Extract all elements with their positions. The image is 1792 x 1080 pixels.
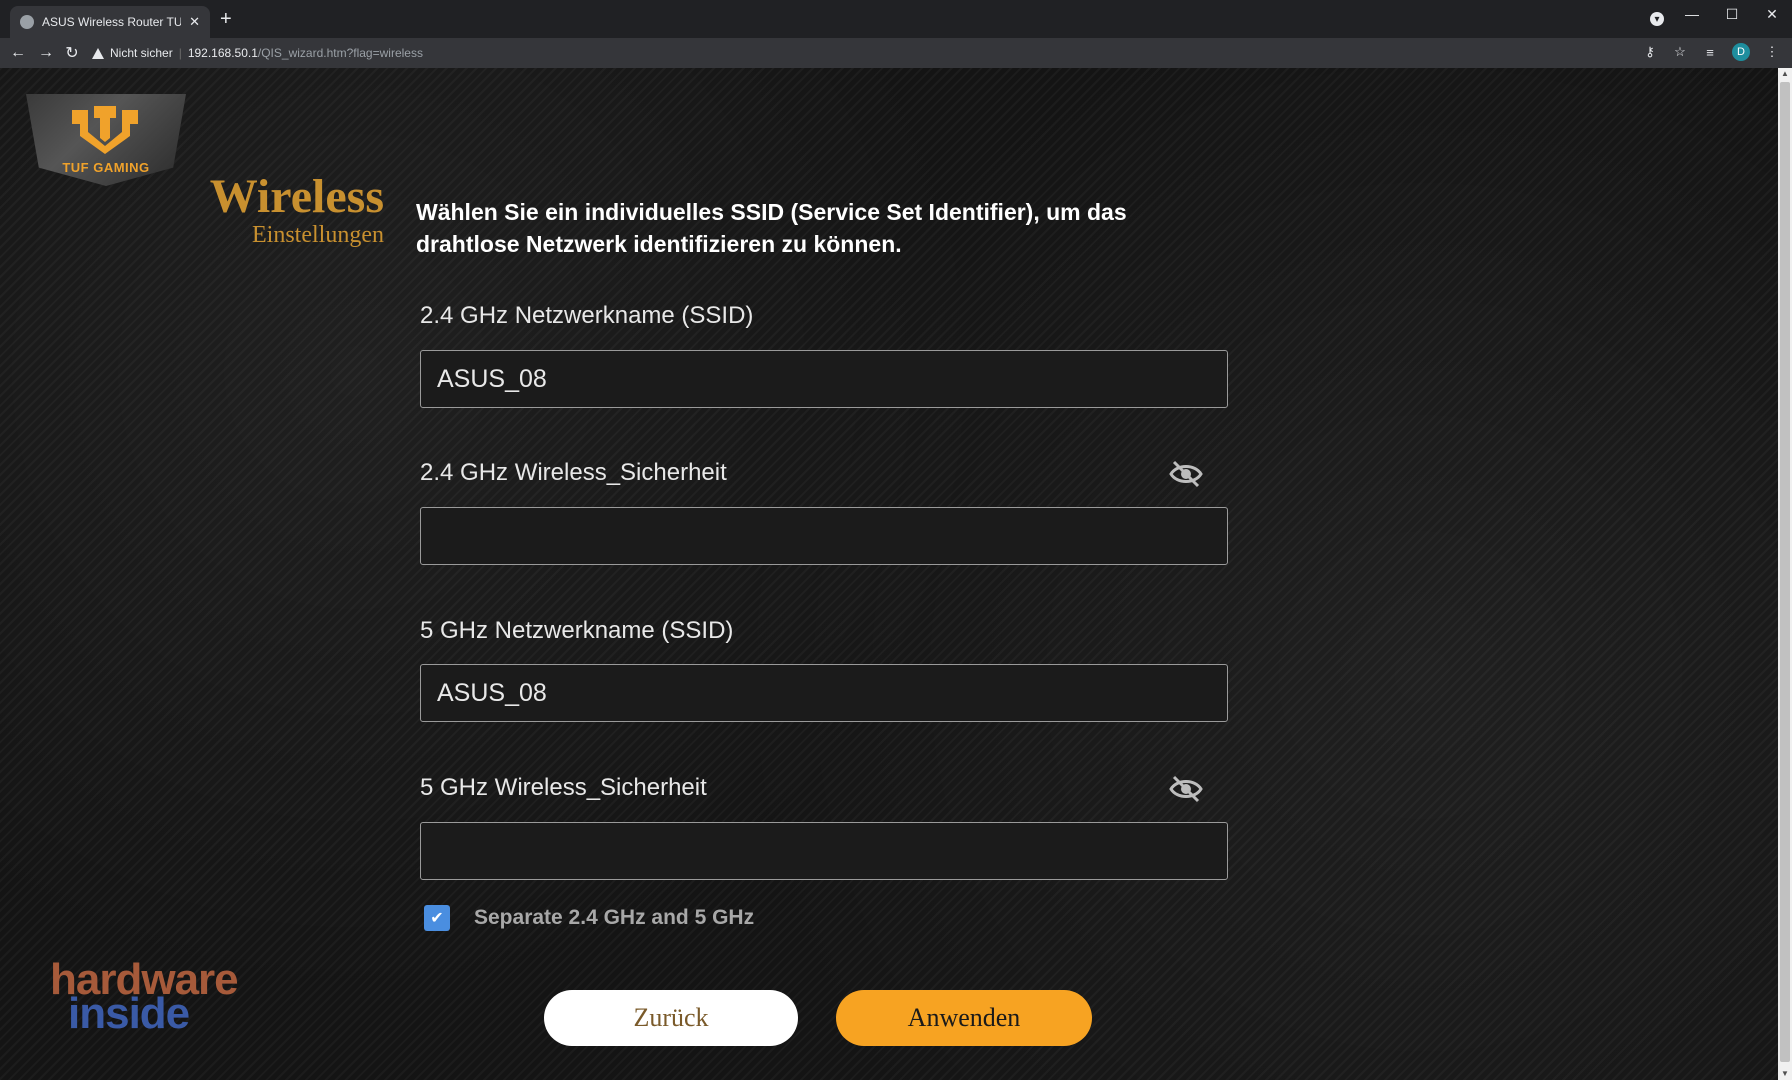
scroll-down-icon[interactable]: ▼ <box>1778 1068 1792 1080</box>
ssid-24-label: 2.4 GHz Netzwerkname (SSID) <box>420 302 754 329</box>
key-icon[interactable]: ⚷ <box>1642 44 1658 60</box>
security-24-label: 2.4 GHz Wireless_Sicherheit <box>420 459 727 486</box>
tab-close-icon[interactable]: ✕ <box>189 14 200 30</box>
tab-search-icon[interactable]: ▾ <box>1650 12 1664 26</box>
page-scrollbar[interactable]: ▲ ▼ <box>1778 68 1792 1080</box>
maximize-button[interactable]: ☐ <box>1712 0 1752 28</box>
eye-slash-icon[interactable] <box>1168 460 1204 488</box>
omnibox-separator: | <box>178 46 182 60</box>
hardware-inside-watermark: hardware inside <box>50 958 239 1036</box>
security-status: Nicht sicher <box>110 46 173 60</box>
forward-icon[interactable]: → <box>36 43 56 63</box>
tuf-emblem-icon <box>72 106 138 154</box>
close-window-button[interactable]: ✕ <box>1752 0 1792 28</box>
tuf-gaming-logo: TUF GAMING <box>26 94 186 186</box>
address-bar[interactable]: Nicht sicher | 192.168.50.1 /QIS_wizard.… <box>92 42 1622 64</box>
new-tab-button[interactable]: + <box>220 8 232 30</box>
ssid-24-input[interactable] <box>420 350 1228 408</box>
separate-bands-label: Separate 2.4 GHz and 5 GHz <box>474 906 755 929</box>
ssid-5-label: 5 GHz Netzwerkname (SSID) <box>420 617 734 644</box>
browser-tab-bar: ASUS Wireless Router TUF-AX54 ✕ + ▾ — ☐ … <box>0 0 1792 38</box>
page-description: Wählen Sie ein individuelles SSID (Servi… <box>416 199 1127 257</box>
ssid-5-input[interactable] <box>420 664 1228 722</box>
back-icon[interactable]: ← <box>8 43 28 63</box>
eye-slash-icon[interactable] <box>1168 775 1204 803</box>
warning-icon <box>92 47 104 59</box>
scroll-thumb[interactable] <box>1780 82 1790 1062</box>
page-subtitle: Einstellungen <box>252 222 384 248</box>
tab-title: ASUS Wireless Router TUF-AX54 <box>42 15 182 29</box>
security-5-input[interactable] <box>420 822 1228 880</box>
toolbar-right-icons: ⚷ ☆ ≡ D ⋮ <box>1642 43 1780 61</box>
separate-bands-checkbox[interactable]: ✔ <box>424 905 450 931</box>
browser-toolbar: ← → ↻ Nicht sicher | 192.168.50.1 /QIS_w… <box>0 38 1792 69</box>
reload-icon[interactable]: ↻ <box>62 43 82 63</box>
window-controls: — ☐ ✕ <box>1672 0 1792 28</box>
star-icon[interactable]: ☆ <box>1672 44 1688 60</box>
page-title: Wireless <box>209 170 384 223</box>
menu-icon[interactable]: ⋮ <box>1764 44 1780 60</box>
security-5-label: 5 GHz Wireless_Sicherheit <box>420 774 707 801</box>
security-24-input[interactable] <box>420 507 1228 565</box>
media-icon[interactable]: ≡ <box>1702 45 1718 60</box>
back-button[interactable]: Zurück <box>544 990 798 1046</box>
minimize-button[interactable]: — <box>1672 0 1712 28</box>
checkmark-icon: ✔ <box>430 910 444 927</box>
logo-text: TUF GAMING <box>62 160 150 175</box>
globe-icon <box>20 15 34 29</box>
url-host: 192.168.50.1 <box>187 46 258 60</box>
url-path: /QIS_wizard.htm?flag=wireless <box>257 46 423 60</box>
browser-tab[interactable]: ASUS Wireless Router TUF-AX54 ✕ <box>10 6 210 38</box>
profile-avatar[interactable]: D <box>1732 43 1750 61</box>
scroll-up-icon[interactable]: ▲ <box>1778 68 1792 80</box>
apply-button[interactable]: Anwenden <box>836 990 1092 1046</box>
router-wizard-page: TUF GAMING Wireless Einstellungen Wählen… <box>0 68 1778 1080</box>
